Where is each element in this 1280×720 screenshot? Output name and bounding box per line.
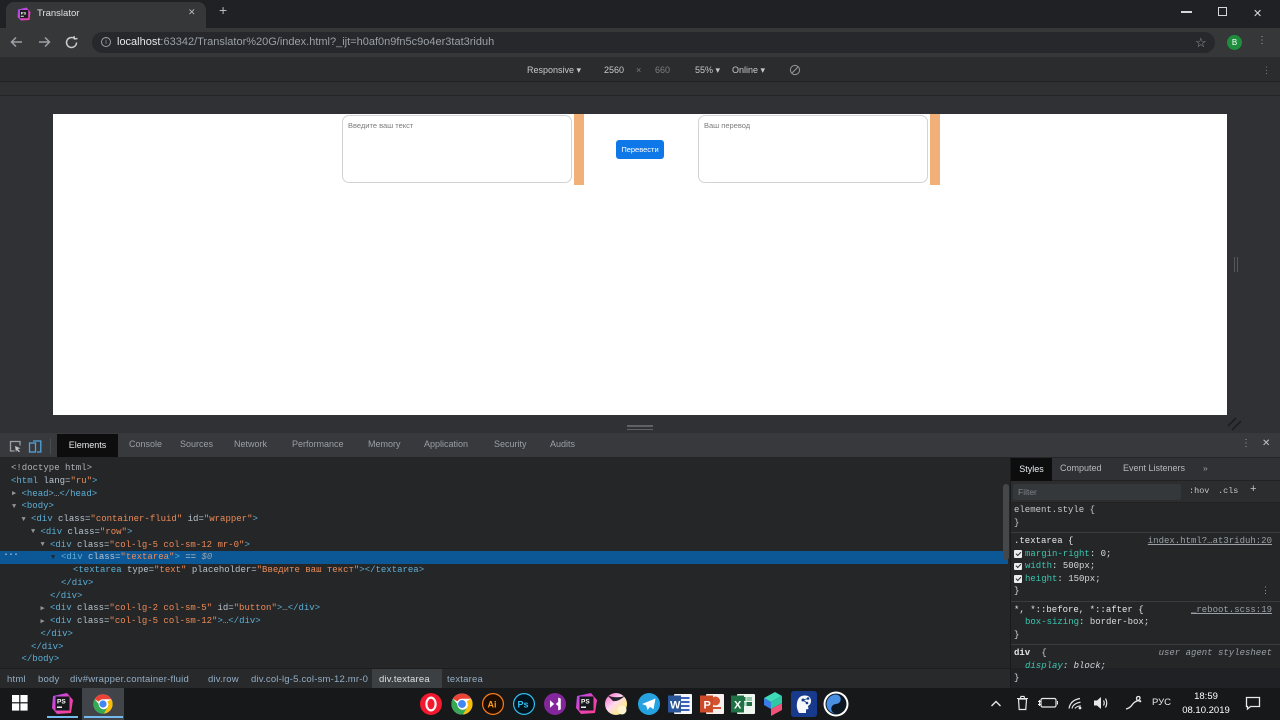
svg-text:P: P bbox=[704, 700, 711, 712]
svg-text:PS: PS bbox=[581, 699, 590, 706]
svg-text:X: X bbox=[734, 700, 742, 712]
svg-text:PS: PS bbox=[57, 699, 66, 706]
svg-text:W: W bbox=[670, 700, 681, 712]
svg-text:Ps: Ps bbox=[518, 700, 529, 710]
svg-text:PS: PS bbox=[21, 11, 27, 16]
svg-text:Ai: Ai bbox=[488, 700, 497, 710]
